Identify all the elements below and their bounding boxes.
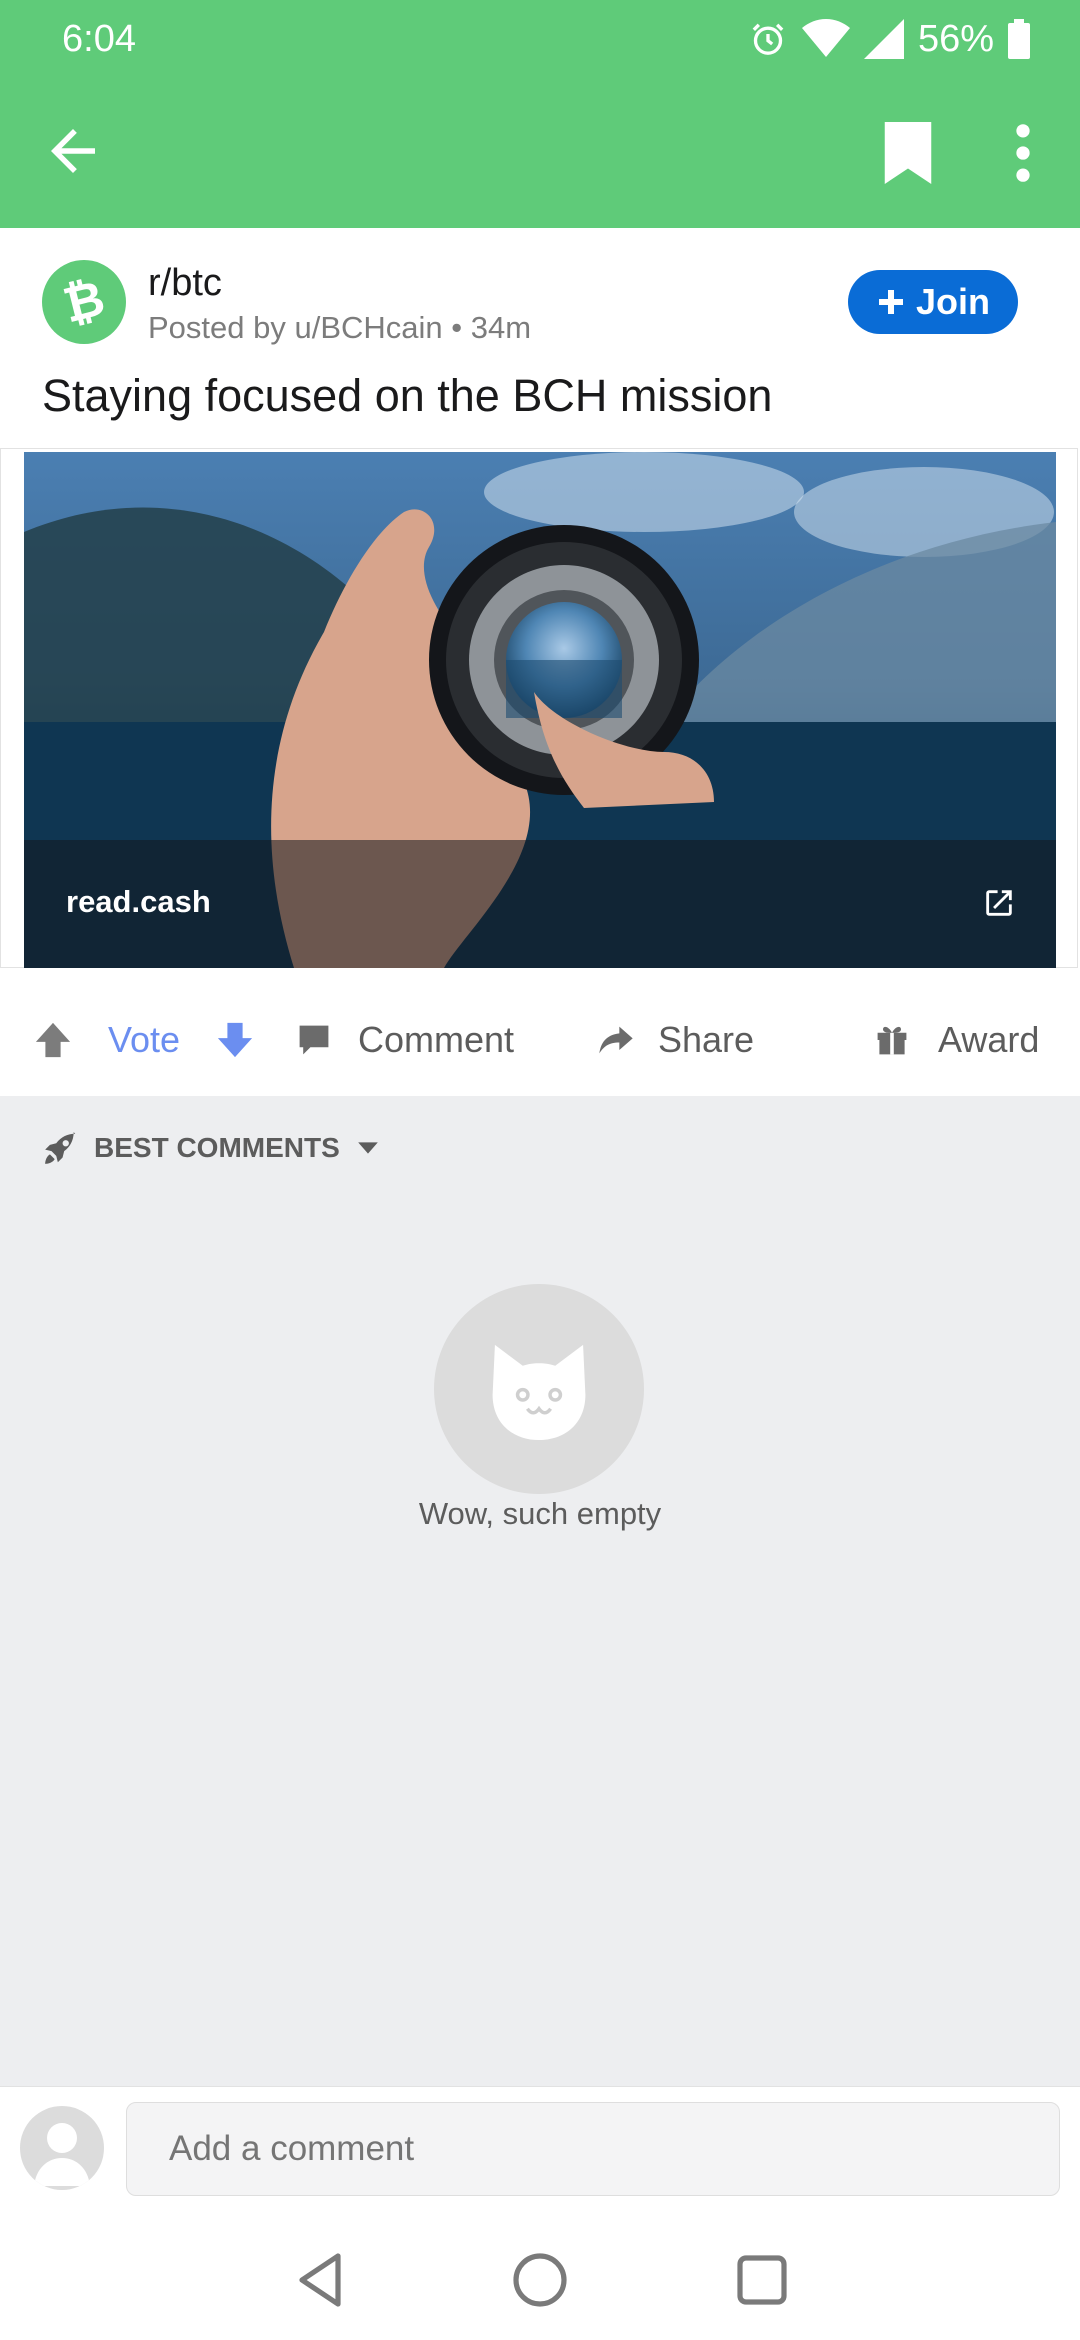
back-arrow-icon[interactable] (40, 118, 106, 184)
share-button[interactable]: Share (596, 990, 754, 1090)
empty-state-illustration (434, 1284, 644, 1494)
svg-text:₿: ₿ (58, 274, 110, 330)
plus-icon (878, 290, 903, 314)
user-avatar[interactable] (20, 2106, 104, 2190)
bookmark-icon[interactable] (880, 122, 936, 184)
battery-icon (1008, 19, 1030, 59)
user-avatar-icon (34, 2123, 90, 2186)
comments-section (0, 1096, 1080, 2086)
system-nav-bar (0, 2216, 1080, 2340)
vote-label: Vote (108, 1019, 181, 1060)
nav-back-icon[interactable] (290, 2250, 350, 2310)
sort-label: BEST COMMENTS (94, 1132, 340, 1163)
external-link-icon[interactable] (982, 886, 1016, 920)
status-icons: 56% (748, 14, 1030, 64)
upvote-icon[interactable] (34, 1021, 72, 1059)
battery-percent: 56% (917, 18, 994, 60)
signal-icon (863, 19, 904, 59)
alarm-icon (752, 23, 784, 55)
share-icon (599, 1026, 633, 1054)
comment-sort-dropdown[interactable]: BEST COMMENTS (42, 1126, 382, 1170)
downvote-icon[interactable] (216, 1021, 254, 1059)
comment-icon (299, 1025, 329, 1055)
comment-input[interactable] (126, 2102, 1060, 2196)
more-vert-icon[interactable] (1000, 122, 1046, 184)
nav-home-icon[interactable] (510, 2250, 570, 2310)
award-icon (877, 1026, 907, 1055)
post-meta: Posted by u/BCHcain • 34m (148, 310, 532, 345)
share-label: Share (658, 1019, 755, 1060)
link-domain[interactable]: read.cash (66, 884, 211, 920)
subreddit-avatar[interactable]: ₿ (42, 260, 126, 344)
comment-button[interactable]: Comment (296, 990, 514, 1090)
post-title[interactable]: Staying focused on the BCH mission (42, 370, 772, 422)
caret-down-icon (357, 1142, 378, 1154)
comment-label: Comment (358, 1019, 515, 1060)
award-label: Award (938, 1019, 1040, 1060)
join-label: Join (915, 281, 990, 322)
bitcoin-cash-icon: ₿ (58, 274, 110, 330)
cat-face-icon (492, 1344, 586, 1441)
empty-state-text: Wow, such empty (418, 1496, 662, 1531)
rocket-icon (45, 1132, 76, 1164)
post-actions: Vote Comment Share Award (0, 990, 1080, 1090)
subreddit-name[interactable]: r/btc (148, 262, 222, 305)
award-button[interactable]: Award (874, 990, 1039, 1090)
wifi-icon (801, 19, 850, 57)
nav-recents-icon[interactable] (732, 2250, 792, 2310)
vote-control: Vote (34, 990, 254, 1090)
join-button[interactable]: Join (848, 270, 1018, 334)
status-time: 6:04 (62, 18, 136, 60)
